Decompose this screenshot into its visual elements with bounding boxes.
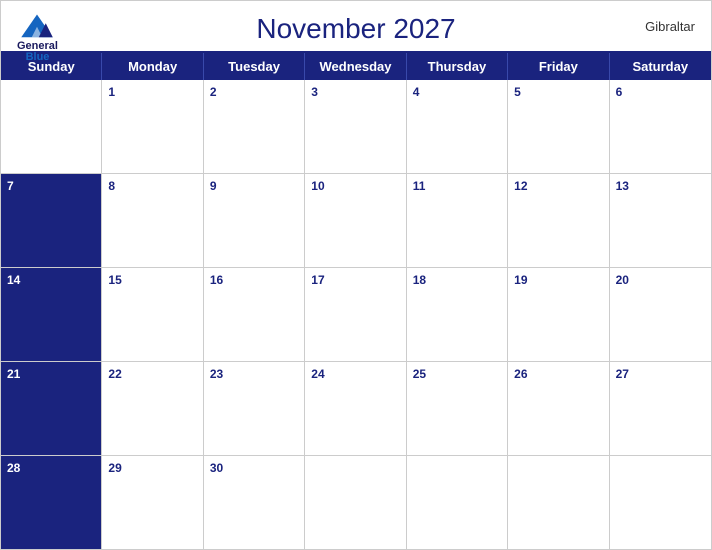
day-header-friday: Friday	[508, 53, 609, 80]
day-number: 19	[514, 272, 527, 289]
calendar-header: General Blue November 2027 Gibraltar	[1, 1, 711, 51]
day-cell: 4	[407, 80, 508, 173]
day-header-thursday: Thursday	[407, 53, 508, 80]
day-cell	[305, 456, 406, 549]
day-number: 18	[413, 272, 426, 289]
day-cell: 26	[508, 362, 609, 455]
day-number: 21	[7, 366, 20, 383]
day-cell: 2	[204, 80, 305, 173]
logo: General Blue	[17, 11, 58, 63]
day-number: 23	[210, 366, 223, 383]
day-number: 25	[413, 366, 426, 383]
day-cell: 17	[305, 268, 406, 361]
day-number: 24	[311, 366, 324, 383]
day-number: 4	[413, 84, 420, 101]
day-cell: 3	[305, 80, 406, 173]
day-headers: SundayMondayTuesdayWednesdayThursdayFrid…	[1, 53, 711, 80]
week-row: 14 15 16 17 18 19 20	[1, 268, 711, 362]
day-number: 20	[616, 272, 629, 289]
day-number: 27	[616, 366, 629, 383]
day-number: 14	[7, 272, 20, 289]
day-cell	[508, 456, 609, 549]
day-cell: 1	[102, 80, 203, 173]
calendar-grid: SundayMondayTuesdayWednesdayThursdayFrid…	[1, 51, 711, 549]
month-title: November 2027	[256, 13, 455, 45]
day-cell: 18	[407, 268, 508, 361]
day-number: 3	[311, 84, 318, 101]
day-cell: 10	[305, 174, 406, 267]
day-number: 5	[514, 84, 521, 101]
day-cell	[407, 456, 508, 549]
day-cell: 7	[1, 174, 102, 267]
day-header-monday: Monday	[102, 53, 203, 80]
day-cell: 14	[1, 268, 102, 361]
day-cell: 30	[204, 456, 305, 549]
day-cell: 12	[508, 174, 609, 267]
day-number: 11	[413, 178, 426, 195]
day-number: 22	[108, 366, 121, 383]
day-number: 26	[514, 366, 527, 383]
day-cell: 19	[508, 268, 609, 361]
day-cell: 11	[407, 174, 508, 267]
day-number: 15	[108, 272, 121, 289]
region-label: Gibraltar	[645, 19, 695, 34]
day-cell	[610, 456, 711, 549]
day-cell: 22	[102, 362, 203, 455]
day-header-tuesday: Tuesday	[204, 53, 305, 80]
day-number: 1	[108, 84, 115, 101]
day-number: 12	[514, 178, 527, 195]
day-number: 29	[108, 460, 121, 477]
day-number: 2	[210, 84, 217, 101]
day-cell: 29	[102, 456, 203, 549]
day-number: 16	[210, 272, 223, 289]
day-cell: 5	[508, 80, 609, 173]
logo-line2: Blue	[26, 52, 50, 63]
day-header-wednesday: Wednesday	[305, 53, 406, 80]
day-cell: 16	[204, 268, 305, 361]
logo-icon	[19, 11, 55, 39]
day-number: 10	[311, 178, 324, 195]
day-number: 28	[7, 460, 20, 477]
day-cell	[1, 80, 102, 173]
calendar-container: General Blue November 2027 Gibraltar Sun…	[0, 0, 712, 550]
day-number: 30	[210, 460, 223, 477]
day-cell: 6	[610, 80, 711, 173]
day-cell: 24	[305, 362, 406, 455]
day-cell: 21	[1, 362, 102, 455]
day-cell: 8	[102, 174, 203, 267]
day-cell: 15	[102, 268, 203, 361]
day-cell: 13	[610, 174, 711, 267]
weeks: 1234567891011121314151617181920212223242…	[1, 80, 711, 549]
week-row: 7 8 9 10 11 12 13	[1, 174, 711, 268]
day-cell: 23	[204, 362, 305, 455]
day-header-saturday: Saturday	[610, 53, 711, 80]
day-cell: 9	[204, 174, 305, 267]
day-cell: 25	[407, 362, 508, 455]
day-number: 8	[108, 178, 115, 195]
week-row: 21 22 23 24 25 26 27	[1, 362, 711, 456]
day-number: 13	[616, 178, 629, 195]
day-cell: 27	[610, 362, 711, 455]
day-number: 9	[210, 178, 217, 195]
day-cell: 20	[610, 268, 711, 361]
day-number: 6	[616, 84, 623, 101]
day-number: 7	[7, 178, 14, 195]
week-row: 1 2 3 4 5 6	[1, 80, 711, 174]
day-cell: 28	[1, 456, 102, 549]
week-row: 28 29 30	[1, 456, 711, 549]
day-number: 17	[311, 272, 324, 289]
